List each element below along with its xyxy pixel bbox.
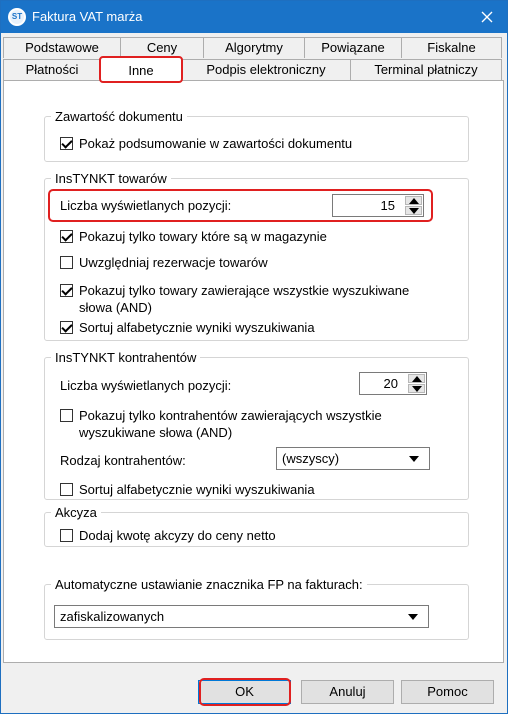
checkbox-label: Dodaj kwotę akcyzy do ceny netto xyxy=(79,528,276,543)
fp-marker-dropdown[interactable]: zafiskalizowanych xyxy=(54,605,429,628)
spinner-down-button[interactable] xyxy=(405,206,422,215)
spinner-value[interactable]: 15 xyxy=(381,198,395,213)
ok-highlight-frame xyxy=(199,678,291,706)
checkbox-reservations[interactable]: Uwzględniaj rezerwacje towarów xyxy=(60,254,268,271)
checkbox-label: Sortuj alfabetycznie wyniki wyszukiwania xyxy=(79,482,315,497)
dropdown-value: (wszyscy) xyxy=(282,451,340,466)
tabs-row-1: Podstawowe Ceny Algorytmy Powiązane Fisk… xyxy=(3,37,502,58)
spinner-up-button[interactable] xyxy=(408,374,425,383)
tab-panel-inne: Zawartość dokumentu Pokaż podsumowanie w… xyxy=(3,80,504,663)
tab-inne[interactable]: Inne xyxy=(99,56,183,83)
tab-powiazane[interactable]: Powiązane xyxy=(304,37,402,58)
towary-count-spinner[interactable]: 15 xyxy=(332,194,424,217)
spinner-arrows xyxy=(408,374,425,393)
checkbox-box[interactable] xyxy=(60,483,73,496)
checkbox-box[interactable] xyxy=(60,256,73,269)
checkbox-box[interactable] xyxy=(60,321,73,334)
checkbox-box[interactable] xyxy=(60,284,73,297)
group-legend: InsTYNKT towarów xyxy=(55,171,167,186)
checkbox-kontrahenci-all-words[interactable]: Pokazuj tylko kontrahentów zawierających… xyxy=(60,407,430,441)
close-button[interactable] xyxy=(475,5,499,29)
tab-ceny[interactable]: Ceny xyxy=(120,37,204,58)
tab-podstawowe[interactable]: Podstawowe xyxy=(3,37,121,58)
help-button[interactable]: Pomoc xyxy=(401,680,494,704)
checkbox-show-summary[interactable]: Pokaż podsumowanie w zawartości dokument… xyxy=(60,135,352,152)
cancel-button[interactable]: Anuluj xyxy=(301,680,394,704)
checkbox-label: Pokazuj tylko towary zawierające wszystk… xyxy=(79,283,410,315)
checkbox-towary-all-words[interactable]: Pokazuj tylko towary zawierające wszystk… xyxy=(60,282,430,316)
kontrahenci-count-spinner[interactable]: 20 xyxy=(359,372,427,395)
window-title: Faktura VAT marża xyxy=(32,9,143,24)
spinner-value[interactable]: 20 xyxy=(384,376,398,391)
arrow-down-icon xyxy=(411,385,422,392)
tab-terminal-platniczy[interactable]: Terminal płatniczy xyxy=(350,59,502,80)
kontrahenci-count-label: Liczba wyświetlanych pozycji: xyxy=(60,378,232,393)
group-legend: InsTYNKT kontrahentów xyxy=(55,350,197,365)
chevron-down-icon xyxy=(408,614,418,620)
group-legend: Zawartość dokumentu xyxy=(55,109,183,124)
spinner-arrows xyxy=(405,196,422,215)
checkbox-label: Sortuj alfabetycznie wyniki wyszukiwania xyxy=(79,320,315,335)
chevron-down-icon xyxy=(409,456,419,462)
tab-podpis-elektroniczny[interactable]: Podpis elektroniczny xyxy=(181,59,351,80)
tab-fiskalne[interactable]: Fiskalne xyxy=(401,37,502,58)
checkbox-label: Pokaż podsumowanie w zawartości dokument… xyxy=(79,136,353,151)
checkbox-box[interactable] xyxy=(60,137,73,150)
checkbox-towary-sort-alpha[interactable]: Sortuj alfabetycznie wyniki wyszukiwania xyxy=(60,319,315,336)
checkbox-box[interactable] xyxy=(60,230,73,243)
towary-count-label: Liczba wyświetlanych pozycji: xyxy=(60,198,232,213)
tab-algorytmy[interactable]: Algorytmy xyxy=(203,37,305,58)
dropdown-value: zafiskalizowanych xyxy=(60,609,165,624)
arrow-down-icon xyxy=(408,207,419,214)
title-bar[interactable]: ST Faktura VAT marża xyxy=(1,1,507,33)
checkbox-label: Pokazuj tylko towary które są w magazyni… xyxy=(79,229,327,244)
kontrahenci-kind-dropdown[interactable]: (wszyscy) xyxy=(276,447,430,470)
arrow-up-icon xyxy=(408,197,419,204)
checkbox-kontrahenci-sort-alpha[interactable]: Sortuj alfabetycznie wyniki wyszukiwania xyxy=(60,481,315,498)
group-legend: Automatyczne ustawianie znacznika FP na … xyxy=(55,577,363,592)
spinner-down-button[interactable] xyxy=(408,384,425,393)
dialog-window: ST Faktura VAT marża Podstawowe Ceny Alg… xyxy=(0,0,508,714)
checkbox-label: Pokazuj tylko kontrahentów zawierających… xyxy=(79,408,382,440)
checkbox-add-excise[interactable]: Dodaj kwotę akcyzy do ceny netto xyxy=(60,527,276,544)
tabs-row-2: Płatności Inne Podpis elektroniczny Term… xyxy=(3,56,502,83)
group-legend: Akcyza xyxy=(55,505,97,520)
kontrahenci-kind-label: Rodzaj kontrahentów: xyxy=(60,453,186,468)
tab-platnosci[interactable]: Płatności xyxy=(3,59,101,80)
close-icon xyxy=(481,11,493,23)
checkbox-only-in-stock[interactable]: Pokazuj tylko towary które są w magazyni… xyxy=(60,228,327,245)
spinner-up-button[interactable] xyxy=(405,196,422,205)
checkbox-box[interactable] xyxy=(60,529,73,542)
checkbox-box[interactable] xyxy=(60,409,73,422)
app-logo-icon: ST xyxy=(8,8,26,26)
arrow-up-icon xyxy=(411,375,422,382)
checkbox-label: Uwzględniaj rezerwacje towarów xyxy=(79,255,268,270)
